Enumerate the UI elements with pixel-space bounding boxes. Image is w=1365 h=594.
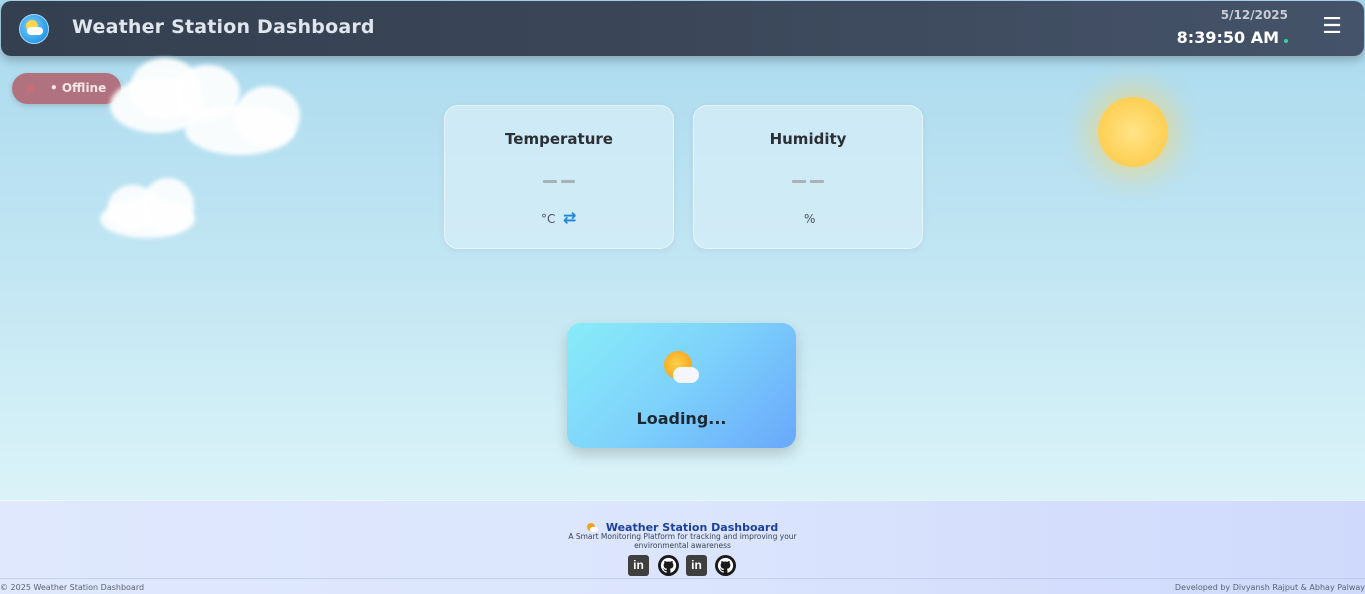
humidity-card: Humidity % <box>693 105 923 249</box>
temperature-unit: °C <box>541 212 556 226</box>
loading-card: Loading... <box>567 323 796 448</box>
status-text: • Offline <box>50 81 107 95</box>
developer-credit: Developed by Divyansh Rajput & Abhay Pal… <box>1174 583 1365 592</box>
status-dot <box>26 84 35 93</box>
humidity-title: Humidity <box>769 130 847 148</box>
page-footer: Weather Station Dashboard A Smart Monito… <box>0 500 1365 594</box>
linkedin-icon[interactable]: in <box>686 555 707 576</box>
temperature-card: Temperature °C ⇄ <box>444 105 674 249</box>
app-header: Weather Station Dashboard 5/12/2025 8:39… <box>1 1 1364 56</box>
sun-cloud-icon <box>663 351 703 387</box>
github-icon[interactable] <box>715 555 736 576</box>
live-indicator-dot <box>1284 39 1288 43</box>
footer-tagline: A Smart Monitoring Platform for tracking… <box>568 532 797 550</box>
github-icon[interactable] <box>658 555 679 576</box>
temperature-placeholder-dash <box>561 180 575 183</box>
sun-cloud-icon <box>586 522 598 533</box>
loading-text: Loading... <box>636 409 727 428</box>
current-date: 5/12/2025 <box>1220 8 1288 22</box>
connection-status-badge: • Offline <box>12 73 121 104</box>
cloud-shape <box>27 27 43 35</box>
humidity-unit: % <box>804 212 816 226</box>
linkedin-icon[interactable]: in <box>628 555 649 576</box>
sun-decoration <box>1098 97 1168 167</box>
temperature-title: Temperature <box>505 130 613 148</box>
footer-divider <box>0 578 1365 579</box>
hamburger-menu-icon[interactable]: ☰ <box>1322 16 1342 38</box>
weather-logo-icon <box>19 14 49 44</box>
copyright-text: © 2025 Weather Station Dashboard <box>0 583 145 592</box>
unit-swap-icon[interactable]: ⇄ <box>563 208 576 227</box>
humidity-placeholder-dash <box>810 180 824 183</box>
temperature-placeholder-dash <box>543 180 557 183</box>
current-time: 8:39:50 AM <box>1176 28 1279 47</box>
app-title: Weather Station Dashboard <box>72 16 375 38</box>
humidity-placeholder-dash <box>792 180 806 183</box>
